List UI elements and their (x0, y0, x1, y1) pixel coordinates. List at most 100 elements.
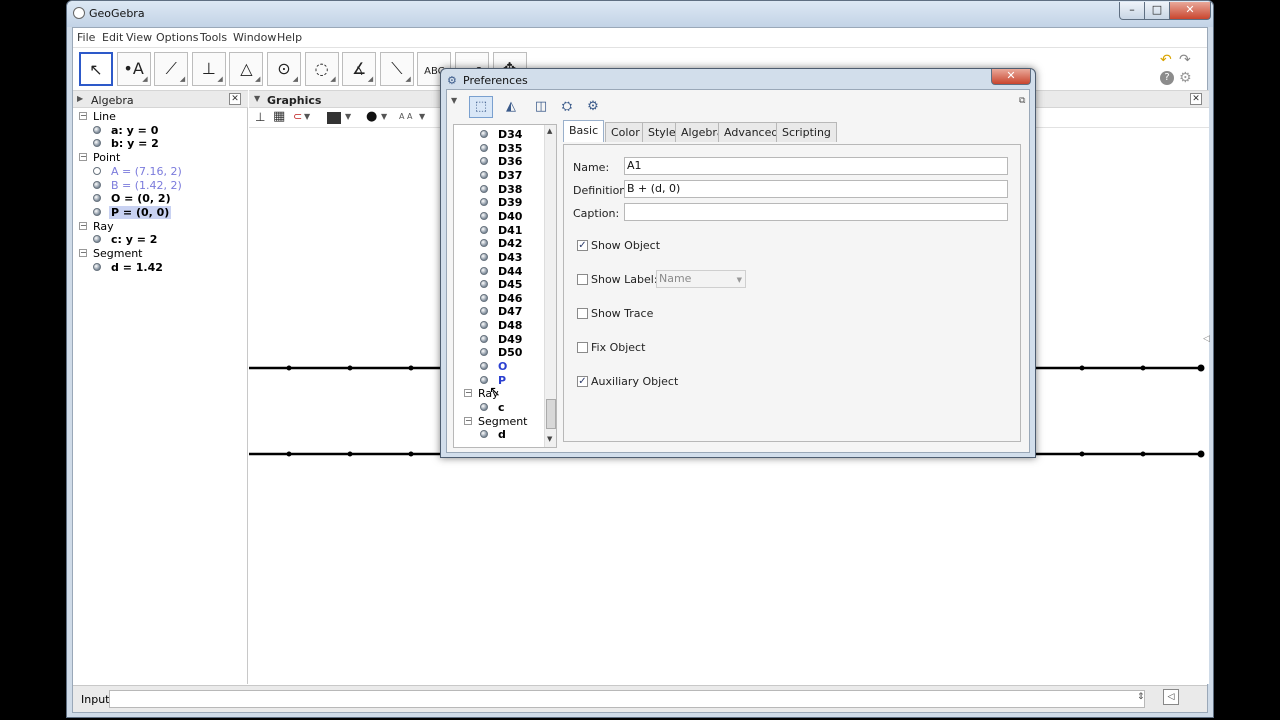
show-label-checkbox[interactable] (577, 274, 588, 285)
collapse-icon[interactable]: − (464, 416, 472, 425)
collapse-icon[interactable]: − (464, 389, 472, 398)
menu-options[interactable]: Options (156, 31, 198, 44)
auxiliary-object-checkbox[interactable]: ✓ (577, 376, 588, 387)
mouse-cursor-icon: ↖ (489, 384, 501, 400)
visibility-toggle-icon[interactable] (93, 262, 101, 271)
grid-toggle-icon[interactable]: ▦ (273, 109, 285, 124)
visibility-toggle-icon[interactable] (93, 194, 101, 203)
close-algebra-icon[interactable]: ✕ (229, 93, 241, 105)
collapse-icon[interactable]: − (79, 249, 87, 257)
undock-icon[interactable]: ⧉ (1019, 96, 1025, 106)
visibility-toggle-icon[interactable] (93, 139, 101, 148)
color-swatch-icon[interactable] (327, 112, 341, 124)
scroll-up-icon[interactable]: ▲ (547, 127, 552, 135)
reflect-tool-icon[interactable]: ⟍ ◢ (379, 52, 414, 86)
visibility-toggle-icon[interactable] (93, 180, 101, 189)
polygon-tool-icon[interactable]: △ ◢ (229, 52, 264, 86)
object-dot-icon (480, 266, 488, 275)
view-edge-arrow-icon[interactable]: ◁ (1203, 334, 1210, 344)
close-graphics-icon[interactable]: ✕ (1190, 93, 1202, 105)
chevron-down-icon[interactable]: ▼ (304, 112, 310, 121)
axes-toggle-icon[interactable]: ⊥ (255, 110, 265, 124)
menu-tools[interactable]: Tools (200, 31, 227, 44)
graph-point[interactable] (347, 365, 353, 371)
chevron-down-icon[interactable]: ▼ (381, 112, 387, 121)
object-dot-icon (480, 280, 488, 289)
algebra-item-label: P = (0, 0) (109, 205, 172, 219)
chevron-down-icon[interactable]: ▼ (451, 96, 457, 105)
label-style-icon[interactable]: A A (399, 112, 413, 121)
graph-point[interactable] (1140, 365, 1146, 371)
graph-point[interactable] (347, 451, 353, 457)
algebra-item-label: O = (0, 2) (111, 192, 171, 206)
perpendicular-line-tool-icon[interactable]: ⊥ ◢ (191, 52, 226, 86)
window-titlebar[interactable]: GeoGebra – □ ✕ (67, 1, 1213, 27)
menu-edit[interactable]: Edit (102, 31, 123, 44)
tab-color[interactable]: Color (605, 122, 646, 142)
graph-point[interactable] (1197, 364, 1205, 372)
scroll-down-icon[interactable]: ▼ (547, 435, 552, 443)
circle-tool-icon[interactable]: ⊙ ◢ (267, 52, 301, 86)
fix-object-checkbox[interactable] (577, 342, 588, 353)
angle-tool-icon[interactable]: ∡ ◢ (342, 52, 377, 86)
advanced-settings-icon[interactable]: ⚙ (581, 96, 605, 118)
layout-settings-icon[interactable]: ◫ (529, 96, 553, 118)
visibility-toggle-icon[interactable] (93, 235, 101, 244)
visibility-toggle-icon[interactable] (93, 166, 101, 175)
visibility-toggle-icon[interactable] (93, 125, 101, 134)
circle-through-points-tool-icon[interactable]: ◌ ◢ (304, 52, 339, 86)
object-properties-tab-icon[interactable]: ⬚ (469, 96, 493, 118)
redo-icon[interactable]: ↷ (1179, 52, 1195, 68)
scrollbar-thumb[interactable] (546, 399, 556, 429)
point-tool-icon[interactable]: •A ◢ (116, 52, 151, 86)
show-trace-checkbox[interactable] (577, 308, 588, 319)
menu-help[interactable]: Help (277, 31, 302, 44)
close-preferences-button[interactable]: ✕ (991, 69, 1031, 85)
gear-icon[interactable]: ⚙ (1179, 70, 1195, 86)
input-help-icon[interactable]: ◁ (1163, 689, 1179, 705)
move-tool-icon[interactable]: ↖ (79, 52, 113, 86)
close-window-button[interactable]: ✕ (1169, 2, 1211, 20)
undo-icon[interactable]: ↶ (1160, 52, 1176, 68)
point-style-icon[interactable]: ● (366, 109, 377, 124)
input-history-icon[interactable]: ⇕ (1137, 692, 1145, 702)
tab-basic[interactable]: Basic (563, 120, 605, 142)
graph-point[interactable] (286, 451, 292, 457)
name-field[interactable]: A1 (624, 157, 1008, 175)
visibility-toggle-icon[interactable] (93, 207, 101, 216)
point-capturing-icon[interactable]: ⊂ (293, 110, 302, 123)
graph-point[interactable] (408, 451, 414, 457)
tab-scripting[interactable]: Scripting (776, 122, 837, 142)
collapse-triangle-icon[interactable]: ▶ (77, 94, 83, 103)
defaults-settings-icon[interactable]: ⛭ (555, 96, 579, 118)
graphics-settings-icon[interactable]: ◭ (499, 96, 523, 118)
label-mode-select[interactable]: Name ▼ (656, 270, 746, 288)
collapse-icon[interactable]: − (79, 153, 87, 162)
collapse-icon[interactable]: − (79, 221, 87, 230)
collapse-icon[interactable]: − (79, 112, 87, 120)
menu-window[interactable]: Window (233, 31, 276, 44)
chevron-down-icon[interactable]: ▼ (345, 112, 351, 121)
tool-glyph: ⊥ (201, 59, 216, 78)
line-tool-icon[interactable]: ⟋ ◢ (154, 52, 189, 86)
graph-point[interactable] (408, 365, 414, 371)
tab-advanced[interactable]: Advanced (718, 122, 785, 142)
menu-view[interactable]: View (126, 31, 152, 44)
graph-point[interactable] (1197, 450, 1205, 458)
help-icon[interactable]: ? (1160, 71, 1174, 85)
chevron-down-icon[interactable]: ▼ (419, 112, 425, 121)
graph-point[interactable] (1079, 365, 1085, 371)
input-field[interactable] (109, 690, 1145, 708)
tree-scrollbar[interactable]: ▲ ▼ (544, 125, 556, 447)
show-object-checkbox[interactable]: ✓ (577, 240, 588, 251)
graph-point[interactable] (1140, 451, 1146, 457)
graph-point[interactable] (286, 365, 292, 371)
menu-file[interactable]: File (77, 31, 95, 44)
definition-field[interactable]: B + (d, 0) (624, 180, 1008, 198)
label-mode-value: Name (659, 272, 692, 285)
collapse-triangle-icon[interactable]: ▼ (254, 94, 260, 103)
graph-point[interactable] (1079, 451, 1085, 457)
minimize-button[interactable]: – (1119, 2, 1145, 20)
caption-field[interactable] (624, 203, 1008, 221)
maximize-button[interactable]: □ (1144, 2, 1170, 20)
